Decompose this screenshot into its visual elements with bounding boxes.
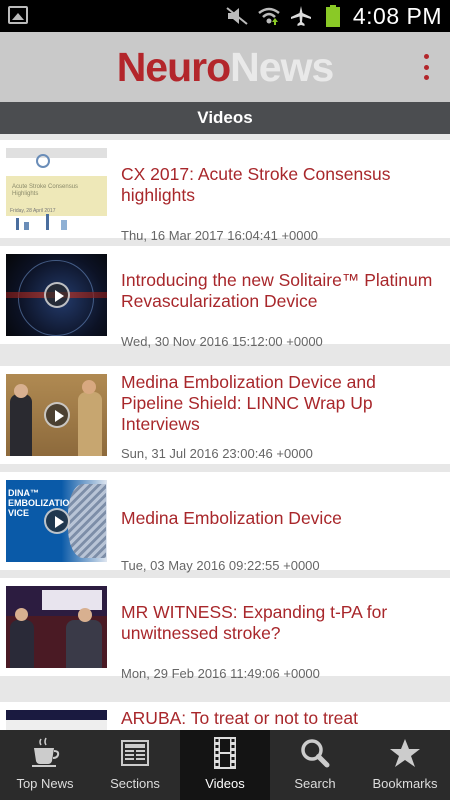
thumbnail-caption: Acute Stroke Consensus Highlights xyxy=(12,184,79,197)
logo-text-news: News xyxy=(230,44,334,90)
video-title[interactable]: Introducing the new Solitaire™ Platinum … xyxy=(121,270,436,312)
star-icon xyxy=(388,736,422,770)
video-title[interactable]: Medina Embolization Device xyxy=(121,508,436,529)
image-notification-icon xyxy=(8,6,28,24)
nav-label: Sections xyxy=(110,776,160,791)
nav-top-news[interactable]: Top News xyxy=(0,730,90,800)
video-list-item[interactable]: Medina Embolization Device and Pipeline … xyxy=(0,366,450,464)
status-time: 4:08 PM xyxy=(352,2,442,29)
logo-text-neuro: Neuro xyxy=(116,44,231,90)
video-thumbnail xyxy=(6,586,107,668)
video-list-item[interactable]: ARUBA: To treat or not to treat xyxy=(0,702,450,730)
video-thumbnail: DINA™ EMBOLIZATION VICE xyxy=(6,480,107,562)
wifi-icon xyxy=(257,5,281,27)
video-date: Wed, 30 Nov 2016 15:12:00 +0000 xyxy=(121,334,323,349)
play-icon xyxy=(43,508,70,534)
nav-search[interactable]: Search xyxy=(270,730,360,800)
video-thumbnail xyxy=(6,374,107,456)
nav-label: Bookmarks xyxy=(372,776,438,791)
newspaper-icon xyxy=(118,736,152,770)
video-date: Sun, 31 Jul 2016 23:00:46 +0000 xyxy=(121,446,313,461)
app-logo: NeuroNews xyxy=(0,44,450,91)
section-title: Videos xyxy=(0,102,450,134)
video-title[interactable]: ARUBA: To treat or not to treat xyxy=(121,708,436,729)
video-list-item[interactable]: Introducing the new Solitaire™ Platinum … xyxy=(0,246,450,349)
video-list-item[interactable]: DINA™ EMBOLIZATION VICE Medina Embolizat… xyxy=(0,472,450,573)
overflow-menu-icon[interactable] xyxy=(422,54,430,80)
nav-videos[interactable]: Videos xyxy=(180,730,270,800)
nav-label: Videos xyxy=(205,776,245,791)
app-header: NeuroNews xyxy=(0,32,450,102)
nav-label: Top News xyxy=(16,776,74,791)
video-thumbnail xyxy=(6,254,107,336)
nav-sections[interactable]: Sections xyxy=(90,730,180,800)
video-title[interactable]: MR WITNESS: Expanding t-PA for unwitness… xyxy=(121,602,436,644)
search-icon xyxy=(298,736,332,770)
film-icon xyxy=(208,736,242,770)
video-list-item[interactable]: MR WITNESS: Expanding t-PA for unwitness… xyxy=(0,578,450,681)
status-bar: 4:08 PM xyxy=(0,0,450,32)
play-icon xyxy=(43,282,70,308)
nav-label: Search xyxy=(294,776,336,791)
status-icons: 4:08 PM xyxy=(225,0,442,32)
video-list[interactable]: Acute Stroke Consensus Highlights Friday… xyxy=(0,134,450,730)
video-thumbnail: Acute Stroke Consensus Highlights Friday… xyxy=(6,148,107,230)
video-date: Tue, 03 May 2016 09:22:55 +0000 xyxy=(121,558,320,573)
coffee-cup-icon xyxy=(28,736,62,770)
video-date: Mon, 29 Feb 2016 11:49:06 +0000 xyxy=(121,666,320,681)
video-thumbnail xyxy=(6,710,107,730)
video-date: Thu, 16 Mar 2017 16:04:41 +0000 xyxy=(121,228,318,243)
battery-icon xyxy=(321,5,345,27)
mute-icon xyxy=(225,5,249,27)
video-title[interactable]: CX 2017: Acute Stroke Consensus highligh… xyxy=(121,164,436,206)
airplane-icon xyxy=(289,5,313,27)
video-list-item[interactable]: Acute Stroke Consensus Highlights Friday… xyxy=(0,140,450,243)
video-title[interactable]: Medina Embolization Device and Pipeline … xyxy=(121,372,436,435)
nav-bookmarks[interactable]: Bookmarks xyxy=(360,730,450,800)
bottom-nav: Top News Sections Videos Search Bookmark… xyxy=(0,730,450,800)
play-icon xyxy=(43,402,70,428)
